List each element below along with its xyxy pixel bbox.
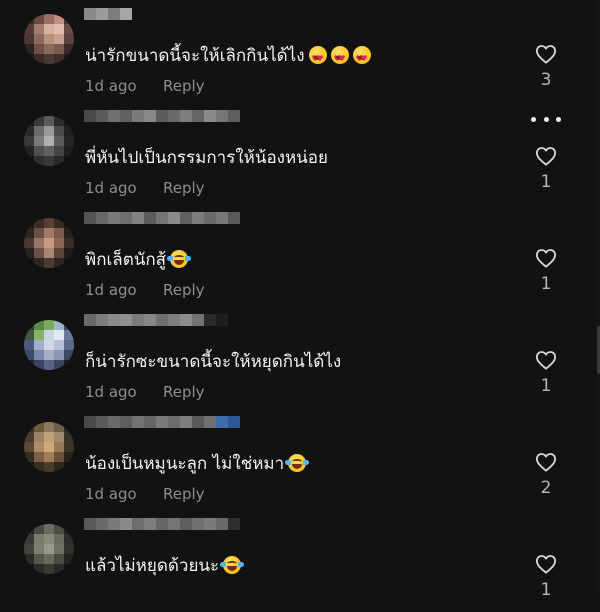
smiling-face-with-heart-eyes-icon (308, 46, 327, 71)
comment-item: แล้วไม่หยุดด้วยนะ 1 (0, 510, 600, 612)
reply-button[interactable]: Reply (163, 179, 205, 197)
face-with-tears-of-joy-icon (167, 250, 192, 268)
username-redacted[interactable] (84, 416, 240, 428)
comment-item: ก็น่ารักซะขนาดนี้จะให้หยุดกินได้ไง 1d ago… (0, 306, 600, 408)
smiling-face-with-heart-eyes-icon (330, 46, 349, 71)
like-button[interactable]: 3 (526, 44, 566, 90)
more-options-dot (543, 116, 549, 122)
like-button[interactable]: 1 (526, 146, 566, 192)
username-redacted[interactable] (84, 518, 240, 530)
reply-button[interactable]: Reply (163, 485, 205, 503)
heart-icon[interactable] (526, 248, 566, 268)
avatar[interactable] (24, 218, 74, 268)
comment-timestamp: 1d ago (85, 383, 137, 401)
comment-meta: 1d ago Reply (85, 77, 205, 95)
comment-item: น่ารักขนาดนี้จะให้เลิกกินได้ไง 1d ago Repl… (0, 0, 600, 102)
comment-item: พิกเล็ตนักสู้ 1d ago Reply 1 (0, 204, 600, 306)
comment-text: น่ารักขนาดนี้จะให้เลิกกินได้ไง (85, 44, 371, 71)
avatar[interactable] (24, 116, 74, 166)
username-redacted[interactable] (84, 8, 132, 20)
comment-text: พิกเล็ตนักสู้ (85, 248, 192, 272)
comment-text: น้องเป็นหมูนะลูก ไม่ใช่หมา (85, 452, 310, 476)
username-redacted[interactable] (84, 212, 240, 224)
comment-text-label: พิกเล็ตนักสู้ (85, 250, 167, 270)
more-options-icon[interactable] (531, 115, 561, 123)
comment-meta: 1d ago Reply (85, 485, 205, 503)
comment-meta: 1d ago Reply (85, 281, 205, 299)
heart-icon[interactable] (526, 452, 566, 472)
comment-item: พี่หันไปเป็นกรรมการให้น้องหน่อย 1d ago Rep… (0, 102, 600, 204)
smiling-face-with-heart-eyes-icon (352, 46, 371, 71)
comment-text-label: พี่หันไปเป็นกรรมการให้น้องหน่อย (85, 148, 328, 168)
avatar[interactable] (24, 524, 74, 574)
username-redacted[interactable] (84, 314, 228, 326)
avatar[interactable] (24, 422, 74, 472)
avatar[interactable] (24, 320, 74, 370)
like-count: 1 (540, 274, 552, 294)
comment-item: น้องเป็นหมูนะลูก ไม่ใช่หมา 1d ago Reply 2 (0, 408, 600, 510)
username-redacted[interactable] (84, 110, 240, 122)
comment-timestamp: 1d ago (85, 179, 137, 197)
heart-icon[interactable] (526, 350, 566, 370)
comment-timestamp: 1d ago (85, 485, 137, 503)
like-count: 2 (540, 478, 552, 498)
avatar[interactable] (24, 14, 74, 64)
like-button[interactable]: 2 (526, 452, 566, 498)
comment-meta: 1d ago Reply (85, 179, 205, 197)
heart-icon[interactable] (526, 146, 566, 166)
comment-text-label: น่ารักขนาดนี้จะให้เลิกกินได้ไง (85, 46, 305, 66)
comment-timestamp: 1d ago (85, 281, 137, 299)
like-count: 3 (540, 70, 552, 90)
more-options-dot (556, 116, 561, 122)
more-options-dot (531, 116, 536, 122)
like-button[interactable]: 1 (526, 248, 566, 294)
comment-timestamp: 1d ago (85, 77, 137, 95)
reply-button[interactable]: Reply (163, 281, 205, 299)
like-count: 1 (540, 580, 552, 600)
like-count: 1 (540, 172, 552, 192)
reply-button[interactable]: Reply (163, 383, 205, 401)
reply-button[interactable]: Reply (163, 77, 205, 95)
heart-icon[interactable] (526, 554, 566, 574)
like-button[interactable]: 1 (526, 554, 566, 600)
comment-text-label: น้องเป็นหมูนะลูก ไม่ใช่หมา (85, 454, 285, 474)
comment-text-label: แล้วไม่หยุดด้วยนะ (85, 556, 220, 576)
face-with-tears-of-joy-icon (285, 454, 310, 472)
comment-meta: 1d ago Reply (85, 383, 205, 401)
comment-text: พี่หันไปเป็นกรรมการให้น้องหน่อย (85, 146, 328, 170)
like-button[interactable]: 1 (526, 350, 566, 396)
like-count: 1 (540, 376, 552, 396)
comment-text-label: ก็น่ารักซะขนาดนี้จะให้หยุดกินได้ไง (85, 352, 342, 372)
face-with-tears-of-joy-icon (220, 556, 245, 574)
comment-text: แล้วไม่หยุดด้วยนะ (85, 554, 245, 578)
comment-text: ก็น่ารักซะขนาดนี้จะให้หยุดกินได้ไง (85, 350, 341, 374)
heart-icon[interactable] (526, 44, 566, 64)
